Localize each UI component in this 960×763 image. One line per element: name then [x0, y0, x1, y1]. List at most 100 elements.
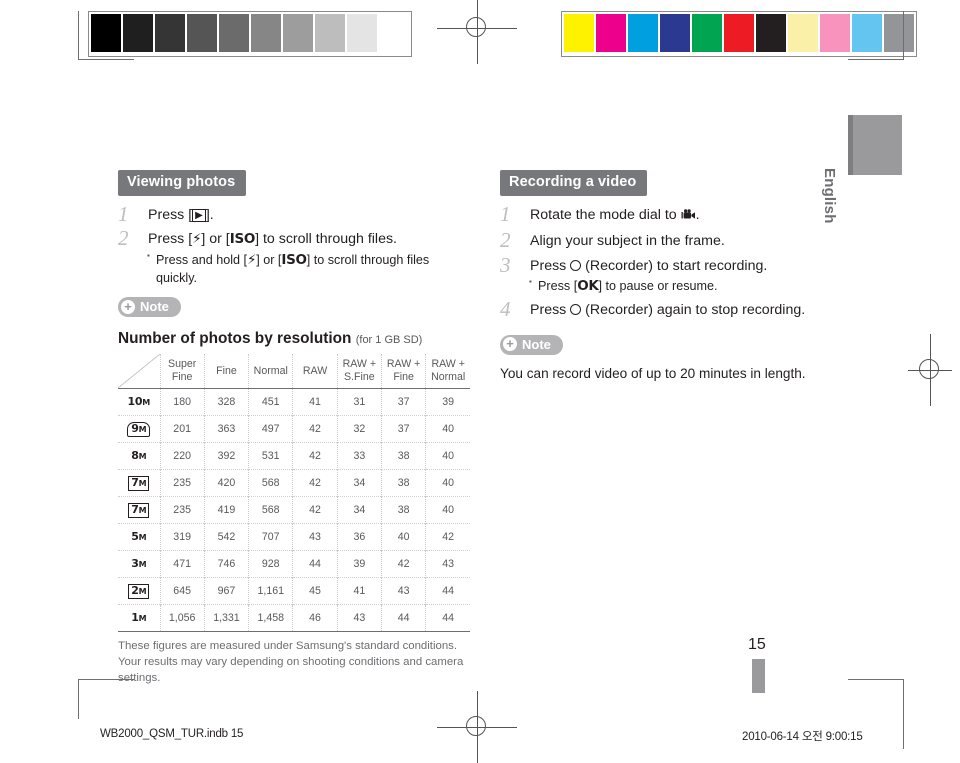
note-badge-label: Note	[522, 336, 551, 352]
step-text: Press [⚡] or [ISO] to scroll through fil…	[148, 229, 470, 250]
step-text: Press (Recorder) to start recording.	[530, 256, 830, 277]
table-cell: 44	[442, 585, 455, 598]
header-line: Fine	[216, 364, 237, 377]
table-cell: 38	[381, 496, 427, 524]
table-cell: 40	[442, 477, 455, 490]
table-cell: 37	[381, 388, 427, 416]
table-title-sub: (for 1 GB SD)	[355, 334, 423, 347]
note-badge-left: + Note	[118, 297, 181, 318]
step-number: 4	[500, 297, 511, 322]
registration-mark-top	[437, 0, 517, 64]
table-cell: 31	[337, 388, 382, 416]
table-cell: 40	[442, 423, 455, 436]
table-cell: 42	[442, 531, 455, 544]
step-item: 3 Press (Recorder) to start recording. P…	[500, 253, 830, 296]
header-line: RAW +	[386, 358, 421, 371]
color-swatch	[852, 14, 882, 52]
table-cell: 746	[204, 550, 250, 578]
color-swatch	[187, 14, 217, 52]
table-column-header: RAW + Normal	[425, 354, 471, 390]
footer-timestamp: 2010-06-14 오전 9:00:15	[742, 731, 863, 743]
table-cell: 45	[292, 577, 338, 605]
table-cell: 32	[337, 415, 382, 443]
table-cell: 42	[292, 496, 338, 524]
header-line: S.Fine	[344, 371, 375, 384]
ok-button-icon: OK	[577, 278, 599, 295]
header-line: Normal	[253, 364, 288, 377]
table-row: 7M 235 419 568 42 34 38 40	[118, 496, 471, 524]
step-text-before: Press	[530, 257, 571, 274]
right-column: Recording a video 1 Rotate the mode dial…	[500, 170, 830, 384]
step-text: Rotate the mode dial to .	[530, 205, 830, 228]
step-item: 1 Press [▶].	[118, 201, 470, 226]
table-cell: 471	[160, 550, 205, 578]
resolution-icon-cell: 7M	[118, 496, 161, 524]
step-number: 1	[118, 201, 129, 226]
step-item: 2 Align your subject in the frame.	[500, 228, 830, 252]
resolution-icon-cell: 3M	[118, 550, 161, 578]
table-cell: 568	[248, 496, 294, 524]
subnote-after: ] to pause or resume.	[598, 279, 718, 294]
language-tab-edge	[848, 115, 853, 175]
subnote-before: Press [	[538, 279, 578, 294]
table-cell: 40	[381, 523, 427, 551]
header-line: Fine	[393, 371, 414, 384]
corner-slash	[118, 354, 160, 389]
step-text-before: Press [	[148, 231, 193, 248]
left-column: Viewing photos 1 Press [▶]. 2 Press [⚡] …	[118, 170, 471, 687]
table-cell: 392	[204, 442, 250, 470]
recorder-button-icon	[570, 259, 582, 271]
table-cell: 43	[381, 577, 427, 605]
section-heading-viewing-photos: Viewing photos	[118, 170, 247, 196]
table-cell: 568	[248, 469, 294, 497]
regmark-circle	[919, 359, 939, 379]
page-number: 15	[748, 636, 766, 653]
table-cell: 42	[292, 442, 338, 470]
step-text: Align your subject in the frame.	[530, 233, 725, 250]
step-item: 4 Press (Recorder) again to stop recordi…	[500, 297, 830, 322]
table-cell: 928	[248, 550, 294, 578]
color-swatch	[692, 14, 722, 52]
table-cell: 542	[204, 523, 250, 551]
section-heading-recording-video: Recording a video	[500, 170, 648, 196]
header-line: Fine	[171, 371, 193, 384]
step-subnote: Press [OK] to pause or resume.	[529, 276, 830, 296]
resolution-icon-cell: 2M	[118, 577, 161, 605]
table-cell: 44	[381, 604, 427, 632]
movie-mode-icon	[681, 207, 696, 228]
resolution-badge-icon: 8M	[131, 448, 147, 462]
table-row: 7M 235 420 568 42 34 38 40	[118, 469, 471, 497]
step-item: 2 Press [⚡] or [ISO] to scroll through f…	[118, 226, 470, 288]
table-title: Number of photos by resolution (for 1 GB…	[118, 330, 470, 348]
table-corner-cell	[118, 354, 161, 390]
step-subnote: Press and hold [⚡] or [ISO] to scroll th…	[147, 250, 470, 288]
table-cell: 201	[160, 415, 205, 443]
table-cell: 38	[381, 469, 427, 497]
table-head: Super Fine Fine Normal RAW RAW + S.Fine RAW + Fi…	[118, 354, 471, 390]
step-text-mid: ] or [	[201, 231, 230, 248]
table-row: 9M 201 363 497 42 32 37 40	[118, 415, 471, 443]
table-cell: 34	[337, 469, 382, 497]
step-number: 2	[118, 226, 129, 251]
note-badge-right: + Note	[500, 334, 563, 355]
step-number: 1	[500, 201, 511, 226]
table-cell: 40	[442, 450, 455, 463]
resolution-badge-icon: 2M	[128, 583, 150, 599]
table-cell: 531	[248, 442, 294, 470]
grayscale-calibration-strip	[88, 11, 412, 57]
resolution-badge-icon: 10M	[127, 394, 151, 408]
color-swatch	[628, 14, 658, 52]
table-cell: 33	[337, 442, 382, 470]
color-swatch	[315, 14, 345, 52]
color-swatch	[660, 14, 690, 52]
table-cell: 39	[442, 396, 455, 409]
subnote-mid: ] or [	[256, 252, 282, 267]
color-swatch	[283, 14, 313, 52]
color-swatch	[155, 14, 185, 52]
table-footnote: These figures are measured under Samsung…	[118, 640, 464, 685]
flash-button-icon: ⚡	[247, 251, 257, 268]
color-swatch	[884, 14, 914, 52]
regmark-circle	[466, 17, 486, 37]
table-cell: 497	[248, 415, 294, 443]
table-cell: 967	[204, 577, 250, 605]
